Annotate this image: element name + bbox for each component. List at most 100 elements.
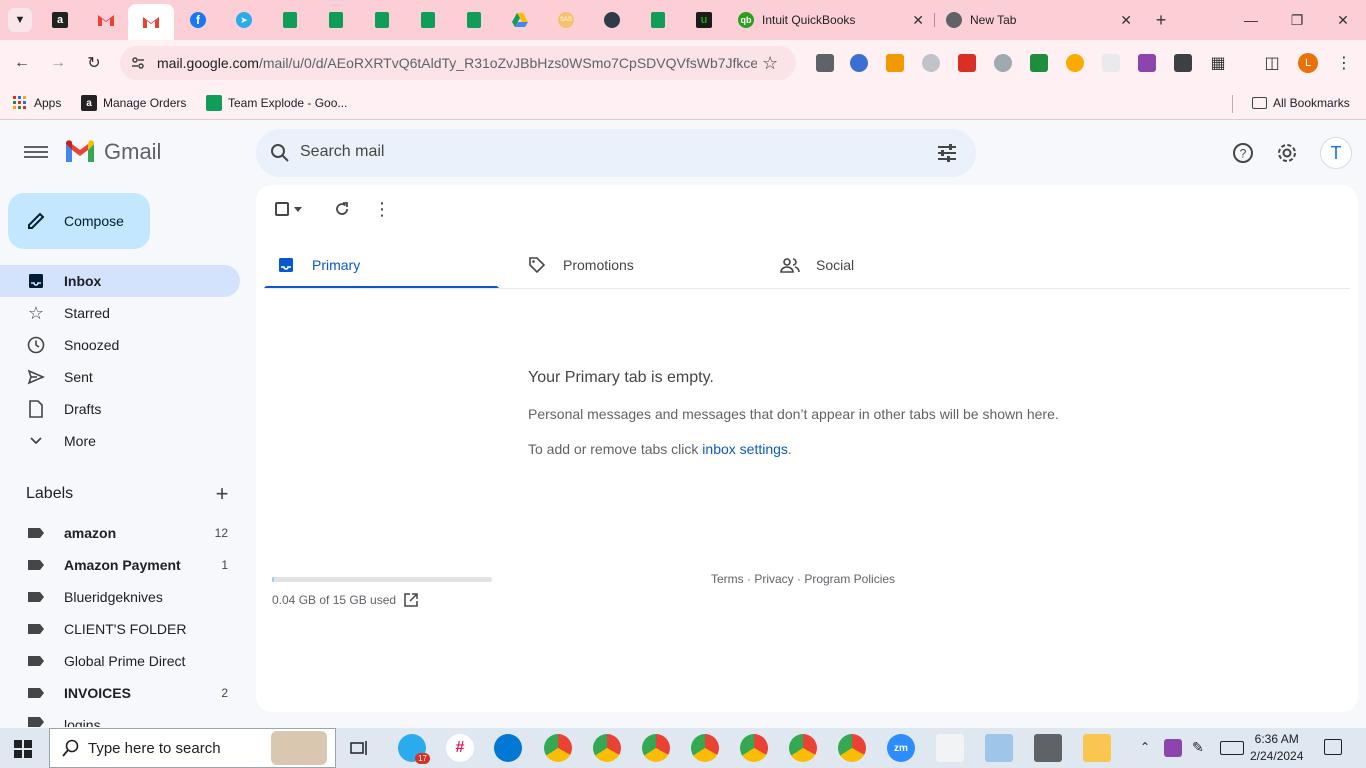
pen-tray-icon[interactable] [1164,739,1182,757]
edge-taskbar-icon[interactable] [494,734,522,762]
label-item[interactable]: INVOICES 2 [0,677,240,709]
search-input[interactable]: Search mail [300,143,384,161]
extension-icon[interactable] [958,54,976,72]
side-panel-icon[interactable]: ◫ [1260,51,1284,75]
inbox-settings-link[interactable]: inbox settings [702,441,788,457]
label-item[interactable]: Amazon Payment 1 [0,549,240,581]
bookmark-all-bookmarks[interactable]: All Bookmarks [1252,92,1350,114]
sheets-tab-icon[interactable] [463,9,485,31]
slack-taskbar-icon[interactable]: # [446,734,474,762]
search-icon[interactable] [270,143,290,163]
nav-sent[interactable]: Sent [0,361,240,393]
extension-icon[interactable] [994,54,1012,72]
tab-new-tab[interactable]: New Tab ✕ [936,0,1142,40]
chrome-taskbar-icon[interactable] [838,734,866,762]
extension-icon[interactable] [1030,54,1048,72]
tab-intuit-quickbooks[interactable]: qb Intuit QuickBooks ✕ [728,0,934,40]
label-item[interactable]: amazon 12 [0,517,240,549]
tab-social[interactable]: Social [768,241,1003,289]
extension-globe-icon[interactable] [922,54,940,72]
show-hidden-icons-chevron-icon[interactable]: ⌃ [1140,740,1150,754]
zoom-taskbar-icon[interactable]: zm [887,734,915,762]
app-taskbar-icon[interactable] [936,734,964,762]
app-taskbar-icon[interactable] [985,734,1013,762]
chrome-taskbar-icon[interactable] [691,734,719,762]
chrome-taskbar-icon[interactable] [593,734,621,762]
file-explorer-taskbar-icon[interactable] [1083,734,1111,762]
ink-workspace-icon[interactable]: ✎ [1192,739,1210,757]
gmail-active-tab-icon[interactable] [128,4,174,40]
footer-links[interactable]: Terms · Privacy · Program Policies [711,572,895,586]
tab-primary[interactable]: Primary [264,241,499,289]
tab-promotions[interactable]: Promotions [515,241,750,289]
nav-drafts[interactable]: Drafts [0,393,240,425]
site-info-icon[interactable] [130,55,146,71]
windows-start-icon[interactable] [14,740,32,763]
chrome-taskbar-icon[interactable] [544,734,572,762]
gmail-logo[interactable]: Gmail [64,139,161,165]
search-mail-bar[interactable]: Search mail [256,129,976,177]
keyboard-icon[interactable] [1220,741,1244,755]
extension-off-icon[interactable] [816,54,834,72]
close-icon[interactable]: ✕ [1120,12,1132,29]
telegram-taskbar-icon[interactable]: 17 [398,734,430,764]
drive-tab-icon[interactable] [509,9,531,31]
profile-avatar[interactable]: L [1298,53,1318,73]
bookmark-manage-orders[interactable]: a Manage Orders [81,92,186,114]
app-tab-icon[interactable] [601,9,623,31]
sheets-tab-icon[interactable] [279,9,301,31]
close-window-button[interactable]: ✕ [1320,0,1366,40]
label-item[interactable]: logins [0,709,240,727]
bookmark-apps[interactable]: Apps [12,92,61,114]
sheets-tab-icon[interactable] [371,9,393,31]
notifications-icon[interactable] [1324,739,1342,755]
compose-button[interactable]: Compose [8,193,150,249]
tab-search-button[interactable]: ▼ [8,8,32,32]
nav-snoozed[interactable]: Snoozed [0,329,240,361]
system-clock[interactable]: 6:36 AM 2/24/2024 [1250,731,1303,765]
chrome-taskbar-icon[interactable] [642,734,670,762]
extension-pen-icon[interactable] [1138,54,1156,72]
label-item[interactable]: CLIENT'S FOLDER [0,613,240,645]
taskbar-search-box[interactable]: Type here to search [49,728,336,768]
help-icon[interactable]: ? [1223,133,1263,173]
bookmark-star-icon[interactable]: ☆ [762,53,778,74]
sheets-tab-icon[interactable] [647,9,669,31]
open-external-icon[interactable] [404,593,418,607]
task-view-icon[interactable] [346,734,374,762]
nav-inbox[interactable]: Inbox [0,265,240,297]
extension-js-icon[interactable] [886,54,904,72]
extension-icon[interactable] [1066,54,1084,72]
sheets-tab-icon[interactable] [325,9,347,31]
minimize-button[interactable]: — [1228,0,1274,40]
address-bar[interactable]: mail.google.com/mail/u/0/d/AEoRXRTvQ6tAl… [120,46,796,80]
account-avatar[interactable]: T [1320,137,1352,169]
gmail-tab-icon[interactable] [95,9,117,31]
extensions-puzzle-icon[interactable]: ▦ [1206,51,1230,75]
label-item[interactable]: Blueridgeknives [0,581,240,613]
new-tab-button[interactable]: + [1138,0,1184,40]
sas-tab-icon[interactable]: SAS [555,9,577,31]
browser-menu-icon[interactable]: ⋮ [1332,51,1356,75]
calculator-taskbar-icon[interactable] [1034,734,1062,762]
facebook-tab-icon[interactable]: f [187,9,209,31]
reload-button[interactable]: ↻ [82,51,106,75]
chrome-taskbar-icon[interactable] [789,734,817,762]
extension-icon[interactable] [850,54,868,72]
close-icon[interactable]: ✕ [912,12,924,29]
upwork-tab-icon[interactable]: u [693,9,715,31]
select-dropdown-icon[interactable] [290,197,306,221]
extension-icon[interactable] [1102,54,1120,72]
extension-icon[interactable] [1174,54,1192,72]
add-label-icon[interactable]: + [210,483,234,507]
amazon-tab-icon[interactable]: a [49,9,71,31]
nav-more[interactable]: More [0,425,240,457]
telegram-tab-icon[interactable]: ➤ [233,9,255,31]
main-menu-icon[interactable] [24,143,48,163]
bookmark-team-explode[interactable]: Team Explode - Goo... [206,92,347,114]
label-item[interactable]: Global Prime Direct [0,645,240,677]
refresh-icon[interactable] [330,197,354,221]
search-options-icon[interactable] [936,143,958,163]
back-button[interactable]: ← [10,51,34,75]
settings-gear-icon[interactable] [1267,133,1307,173]
